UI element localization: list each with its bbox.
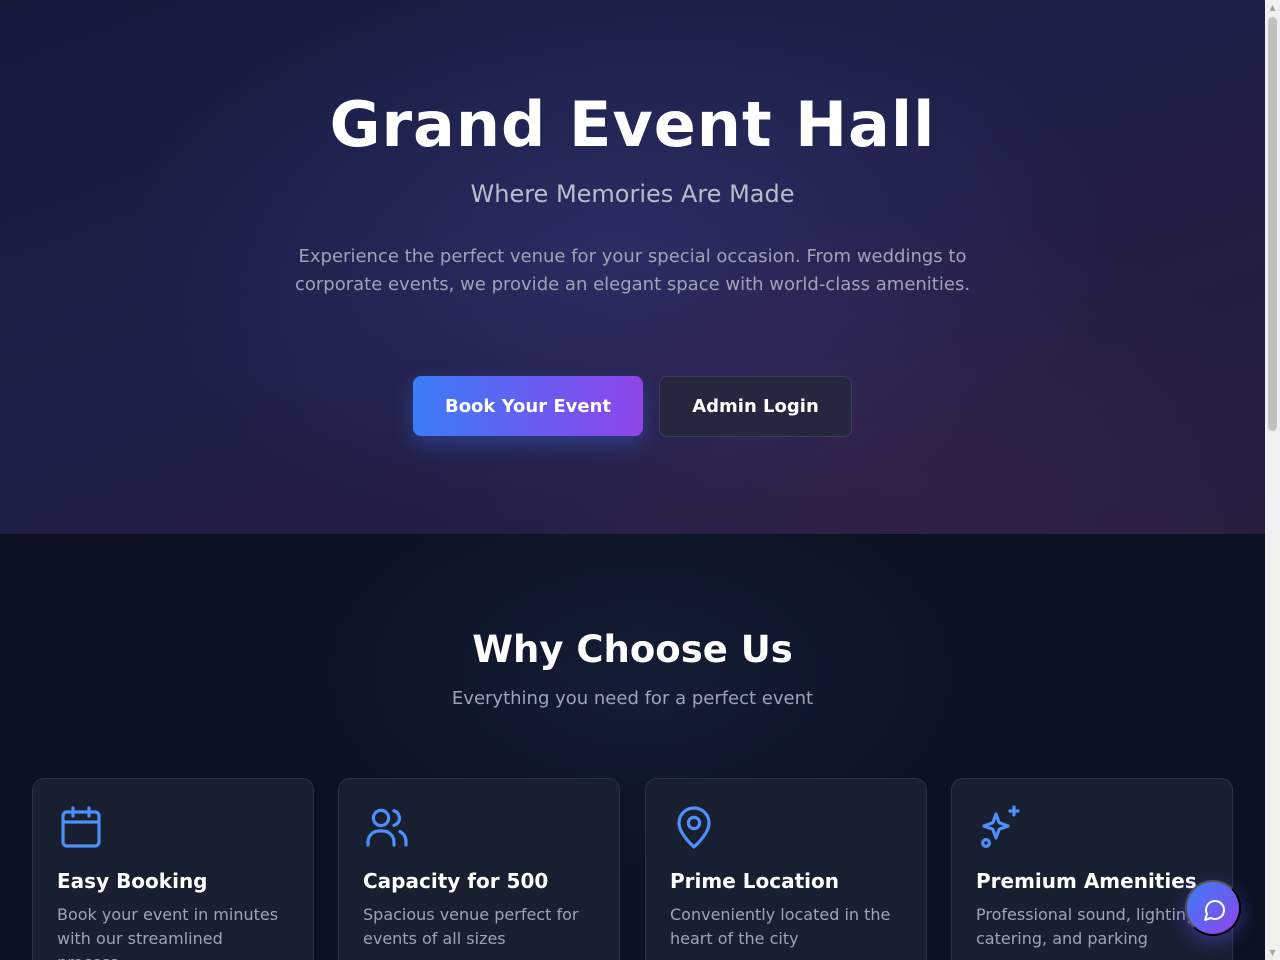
- hero-title: Grand Event Hall: [329, 88, 936, 161]
- admin-login-button[interactable]: Admin Login: [659, 376, 852, 437]
- users-icon: [366, 808, 408, 847]
- features-subtitle: Everything you need for a perfect event: [451, 688, 814, 709]
- feature-card-title: Capacity for 500: [363, 869, 549, 893]
- scroll-down-arrow-icon[interactable]: ▼: [1265, 945, 1280, 960]
- hero-description: Experience the perfect venue for your sp…: [294, 246, 971, 295]
- map-pin-icon: [677, 806, 711, 849]
- feature-card-description: Professional sound, lighting, catering, …: [976, 905, 1202, 948]
- feature-card-description: Spacious venue perfect for events of all…: [363, 905, 579, 948]
- page: Grand Event Hall Where Memories Are Made…: [0, 0, 1280, 960]
- feature-card-easy-booking: Easy Booking Book your event in minutes …: [32, 778, 314, 960]
- feature-card-description: Book your event in minutes with our stre…: [57, 905, 279, 960]
- scroll-up-arrow-icon[interactable]: ▲: [1265, 0, 1280, 15]
- scroll-thumb[interactable]: [1268, 17, 1277, 431]
- features-title: Why Choose Us: [472, 628, 793, 671]
- hero-section: Grand Event Hall Where Memories Are Made…: [0, 0, 1265, 534]
- feature-card-description: Conveniently located in the heart of the…: [670, 905, 891, 948]
- calendar-icon: [61, 806, 101, 848]
- features-section: Why Choose Us Everything you need for a …: [0, 534, 1265, 960]
- chat-bubble-icon: [1204, 900, 1225, 921]
- feature-card-title: Easy Booking: [57, 869, 208, 893]
- chat-button[interactable]: [1185, 880, 1241, 936]
- feature-card-location: Prime Location Conveniently located in t…: [645, 778, 927, 960]
- sparkles-icon: [980, 805, 1020, 848]
- feature-card-capacity: Capacity for 500 Spacious venue perfect …: [338, 778, 620, 960]
- feature-card-amenities: Premium Amenities Professional sound, li…: [951, 778, 1233, 960]
- page-scrollbar[interactable]: ▲ ▼: [1265, 0, 1280, 960]
- feature-card-title: Premium Amenities: [976, 869, 1197, 893]
- book-event-button[interactable]: Book Your Event: [413, 376, 643, 436]
- hero-subtitle: Where Memories Are Made: [470, 180, 795, 208]
- feature-card-title: Prime Location: [670, 869, 839, 893]
